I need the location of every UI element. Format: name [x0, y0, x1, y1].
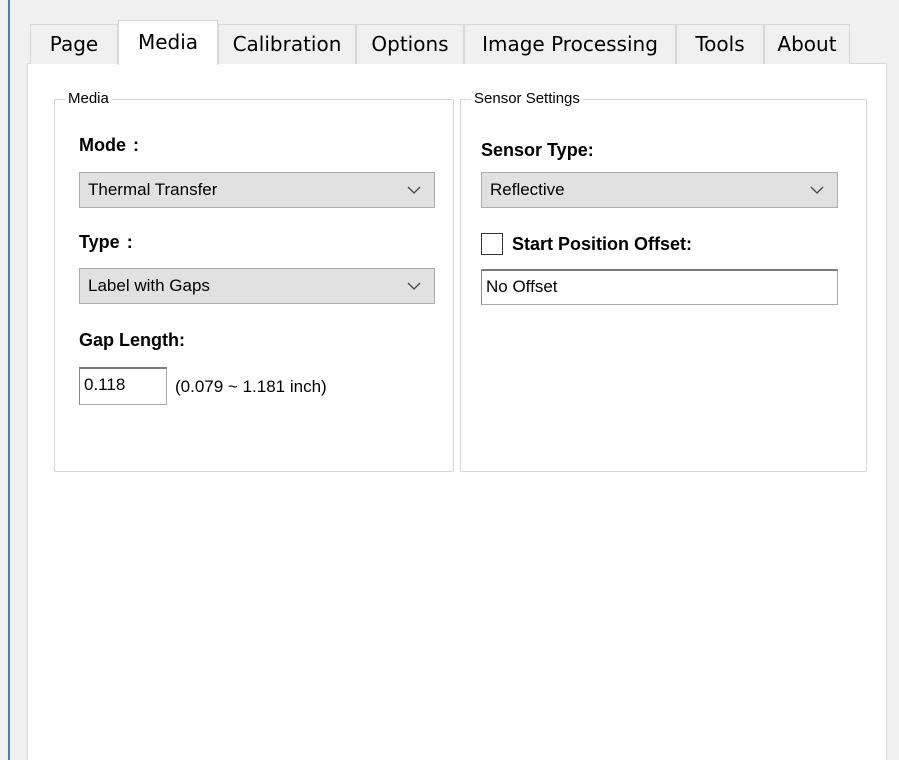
mode-dropdown-value: Thermal Transfer — [88, 180, 218, 199]
start-offset-checkbox[interactable] — [481, 233, 503, 255]
mode-label: Mode : — [79, 135, 140, 155]
gap-length-label: Gap Length: — [79, 330, 185, 350]
tab-calibration[interactable]: Calibration — [218, 24, 356, 64]
tab-media[interactable]: Media — [118, 20, 218, 65]
media-group: Media Mode : Thermal Transfer Type : Lab… — [54, 89, 454, 472]
tab-about[interactable]: About — [764, 24, 850, 64]
chevron-down-icon — [407, 282, 421, 290]
type-label: Type : — [79, 232, 133, 252]
gap-length-range: (0.079 ~ 1.181 inch) — [175, 377, 327, 396]
chevron-down-icon — [407, 186, 421, 194]
sensor-type-dropdown-value: Reflective — [490, 180, 565, 199]
window-edge-accent — [8, 0, 10, 760]
type-dropdown[interactable]: Label with Gaps — [79, 268, 435, 304]
sensor-type-label: Sensor Type: — [481, 140, 594, 160]
tab-tools[interactable]: Tools — [676, 24, 764, 64]
sensor-settings-title: Sensor Settings — [471, 89, 583, 109]
gap-length-input[interactable]: 0.118 — [79, 367, 167, 405]
tab-options[interactable]: Options — [356, 24, 464, 64]
type-dropdown-value: Label with Gaps — [88, 276, 210, 295]
tab-page[interactable]: Page — [30, 24, 118, 64]
tab-page-media: Media Mode : Thermal Transfer Type : Lab… — [27, 63, 887, 760]
mode-dropdown[interactable]: Thermal Transfer — [79, 172, 435, 208]
sensor-type-dropdown[interactable]: Reflective — [481, 172, 838, 208]
start-offset-input[interactable]: No Offset — [481, 269, 838, 305]
media-group-title: Media — [65, 89, 112, 109]
start-offset-label: Start Position Offset: — [512, 234, 693, 254]
sensor-settings-group: Sensor Settings Sensor Type: Reflective … — [460, 89, 867, 472]
chevron-down-icon — [810, 186, 824, 194]
tab-image-processing[interactable]: Image Processing — [464, 24, 676, 64]
